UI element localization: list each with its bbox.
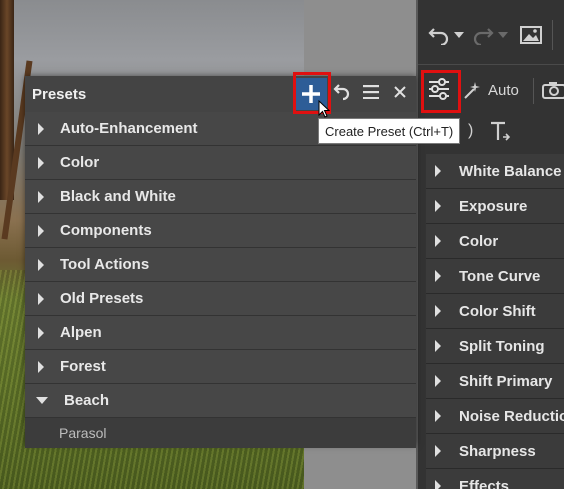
expand-triangle-icon	[435, 445, 441, 457]
chevron-down-icon[interactable]	[498, 32, 508, 38]
adjustment-item[interactable]: Split Toning	[426, 329, 564, 364]
expand-triangle-icon	[38, 156, 44, 169]
preset-group-label: Auto-Enhancement	[60, 120, 198, 137]
preset-group[interactable]: Color	[25, 146, 416, 180]
preset-group[interactable]: Alpen	[25, 316, 416, 350]
preset-group[interactable]: Tool Actions	[25, 248, 416, 282]
adjustment-label: White Balance	[459, 162, 562, 180]
adjustment-label: Split Toning	[459, 337, 545, 355]
preset-item[interactable]: Parasol	[25, 418, 416, 448]
expand-triangle-icon	[38, 326, 44, 339]
adjustment-label: Shift Primary	[459, 372, 553, 390]
preset-group-expanded[interactable]: Beach	[25, 384, 416, 418]
highlight-sliders-tool	[421, 70, 461, 113]
history-toolbar	[418, 12, 564, 58]
crop-icon[interactable]: )	[468, 122, 473, 140]
text-icon[interactable]	[488, 120, 512, 144]
preset-group[interactable]: Black and White	[25, 180, 416, 214]
expand-triangle-icon	[435, 410, 441, 422]
redo-icon[interactable]	[472, 25, 494, 45]
expand-triangle-icon	[435, 305, 441, 317]
adjustment-label: Effects	[459, 477, 510, 489]
expand-triangle-icon	[38, 190, 44, 203]
adjustment-item[interactable]: Sharpness	[426, 434, 564, 469]
expand-triangle-icon	[38, 224, 44, 237]
preset-group-label: Color	[60, 154, 100, 171]
expand-triangle-icon	[38, 292, 44, 305]
expand-triangle-icon	[435, 340, 441, 352]
adjustment-item[interactable]: Effects	[426, 469, 564, 489]
adjustment-label: Tone Curve	[459, 267, 541, 285]
adjustment-label: Color	[459, 232, 499, 250]
expand-triangle-icon	[435, 480, 441, 489]
close-button[interactable]	[385, 76, 415, 112]
adjustment-item[interactable]: Shift Primary	[426, 364, 564, 399]
preset-group-label: Tool Actions	[60, 256, 150, 273]
adjustments-list: White Balance Exposure Color Tone Curve …	[426, 154, 564, 489]
revert-icon	[333, 83, 351, 106]
camera-icon[interactable]	[542, 81, 564, 99]
panel-title: Presets	[32, 86, 87, 103]
tooltip: Create Preset (Ctrl+T)	[318, 118, 461, 144]
undo-icon[interactable]	[428, 25, 450, 45]
chevron-down-icon[interactable]	[454, 32, 464, 38]
preset-group-label: Alpen	[60, 324, 102, 341]
adjustment-item[interactable]: Color Shift	[426, 294, 564, 329]
toolbar-separator	[418, 64, 564, 65]
preset-group-label: Beach	[64, 392, 110, 409]
revert-button[interactable]	[327, 76, 357, 112]
adjustment-label: Noise Reduction	[459, 407, 564, 425]
expand-triangle-icon	[435, 200, 441, 212]
adjustment-item[interactable]: Color	[426, 224, 564, 259]
preset-group-label: Forest	[60, 358, 106, 375]
separator	[533, 78, 534, 104]
separator	[552, 20, 553, 50]
presets-list: Auto-Enhancement Color Black and White C…	[25, 112, 416, 448]
presets-header: Presets	[25, 76, 416, 112]
adjustment-label: Color Shift	[459, 302, 536, 320]
adjustment-label: Exposure	[459, 197, 528, 215]
expand-triangle-icon	[435, 165, 441, 177]
adjustment-item[interactable]: Noise Reduction	[426, 399, 564, 434]
preset-group-label: Old Presets	[60, 290, 144, 307]
expand-triangle-icon	[38, 360, 44, 373]
menu-button[interactable]	[356, 76, 386, 112]
collapse-triangle-icon	[36, 397, 48, 404]
adjustment-item[interactable]: White Balance	[426, 154, 564, 189]
expand-triangle-icon	[435, 375, 441, 387]
expand-triangle-icon	[38, 122, 44, 135]
expand-triangle-icon	[435, 235, 441, 247]
preset-group-label: Black and White	[60, 188, 176, 205]
image-icon[interactable]	[520, 26, 542, 44]
close-icon	[394, 85, 406, 103]
preset-group[interactable]: Old Presets	[25, 282, 416, 316]
magic-wand-icon[interactable]	[462, 80, 482, 100]
expand-triangle-icon	[435, 270, 441, 282]
adjustment-item[interactable]: Exposure	[426, 189, 564, 224]
auto-button[interactable]: Auto	[488, 82, 519, 99]
preset-group[interactable]: Components	[25, 214, 416, 248]
preset-group-label: Components	[60, 222, 152, 239]
preset-group[interactable]: Forest	[25, 350, 416, 384]
menu-icon	[363, 84, 379, 104]
adjustment-label: Sharpness	[459, 442, 536, 460]
adjustment-item[interactable]: Tone Curve	[426, 259, 564, 294]
expand-triangle-icon	[38, 258, 44, 271]
